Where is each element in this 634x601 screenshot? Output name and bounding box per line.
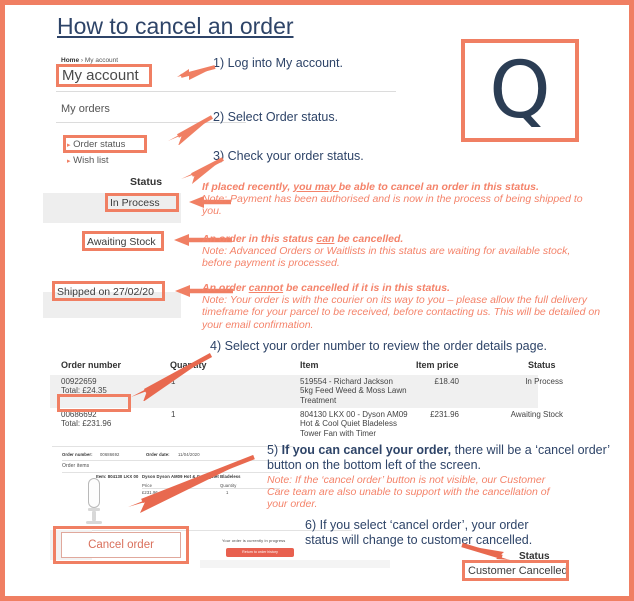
breadcrumb: Home › My account [61,57,118,64]
col-header-status: Status [528,360,556,370]
highlight-cancel-order [53,526,189,564]
highlight-customer-cancelled [462,560,569,581]
step-4: 4) Select your order number to review th… [210,339,547,354]
note-shipped-body: Note: Your order is with the courier on … [202,294,601,331]
step-1-text: Log into My account. [227,56,343,70]
note-in-process-headline: If placed recently, you may be able to c… [202,181,539,193]
note-shipped: An order cannot be cancelled if it is in… [202,282,602,331]
step-3-text: Check your order status. [227,149,364,163]
note-in-process: If placed recently, you may be able to c… [202,181,602,218]
cell-status-1: In Process [525,377,563,386]
cell-item-2: 804130 LKX 00 - Dyson AM09 Hot & Cool Qu… [300,410,408,438]
step-5-line-2: button on the bottom left of the screen. [267,458,482,472]
col-header-item-price: Item price [416,360,459,370]
cell-status-2: Awaiting Stock [510,410,563,419]
table-row[interactable]: 00686692 Total: £231.96 [61,410,111,429]
arrow-to-my-account [177,65,216,80]
cell-total-2: Total: £231.96 [61,419,112,429]
mini-order-items-label: Order items [62,463,90,469]
step-6-number: 6) [305,518,317,532]
highlight-shipped [52,281,165,301]
status-column-header: Status [130,176,163,188]
brand-logo-letter: Q [489,45,551,136]
note-awaiting-stock-body: Note: Advanced Orders or Waitlists in th… [202,245,571,270]
sidebar-item-wish-list-label: Wish list [73,155,109,166]
highlight-in-process [105,193,179,212]
highlight-order-number [57,394,131,412]
mini-order-number-value: 00686692 [100,452,120,457]
page-title: How to cancel an order [57,13,294,39]
step-5-rest-1: there will be a ‘cancel order’ [451,443,610,457]
highlight-order-status [63,135,147,153]
step-5-bold: If you can cancel your order, [281,443,452,457]
breadcrumb-separator: › [80,57,84,64]
cell-order-number-1[interactable]: 00922659 [61,377,107,386]
step-4-number: 4) [210,339,222,353]
guide-page: How to cancel an order Q Home › My accou… [0,0,634,601]
col-header-order-number: Order number [61,360,122,370]
product-thumbnail-stem [92,511,96,521]
return-to-order-history-label: Return to order history [242,549,278,554]
note-awaiting-stock: An order in this status can be cancelled… [202,233,592,270]
breadcrumb-current: My account [84,57,119,64]
arrow-to-cancel-order [128,455,255,513]
highlight-awaiting-stock [82,231,164,251]
step-5-line-1: 5) If you can cancel your order, there w… [267,443,610,458]
note-in-process-body: Note: Payment has been authorised and is… [202,193,583,218]
step-5-number: 5) [267,443,279,457]
mini-progress-text: Your order is currently in progress [222,538,286,543]
step-2: 2) Select Order status. [213,110,338,125]
return-to-order-history-button[interactable]: Return to order history [226,548,294,557]
arrow-to-order-number [131,353,213,401]
step-1: 1) Log into My account. [213,56,343,71]
cell-item-price-1: £18.40 [434,377,459,386]
cell-item-price-2: £231.96 [430,410,459,419]
mini-order-number-label: Order number: [62,452,93,457]
brand-logo-box: Q [461,39,579,142]
step-4-text: Select your order number to review the o… [224,339,548,353]
mini-bottom-shade [200,560,390,568]
step-6-text-1: If you select ‘cancel order’, your order [319,518,529,532]
note-awaiting-stock-headline: An order in this status can be cancelled… [202,233,404,245]
product-thumbnail-foot [86,521,102,524]
step-2-number: 2) [213,110,225,124]
cell-item-1: 519554 - Richard Jackson 5kg Feed Weed &… [300,377,407,405]
caret-right-icon-2: ▸ [67,158,71,165]
divider-1 [56,91,396,92]
note-shipped-headline: An order cannot be cancelled if it is in… [202,282,450,294]
note-cancel-order-missing: Note: If the ‘cancel order’ button is no… [267,474,550,511]
step-6-line-1: 6) If you select ‘cancel order’, your or… [305,518,529,533]
cell-quantity-2: 1 [171,410,176,419]
col-header-item: Item [300,360,319,370]
arrow-to-customer-cancelled [461,543,510,560]
table-row[interactable]: 00922659 Total: £24.35 [61,377,107,396]
step-2-text: Select Order status. [227,110,339,124]
highlight-my-account [56,64,152,87]
arrow-to-order-status [168,115,213,145]
product-thumbnail [88,478,100,508]
mini-divider-top [52,446,294,447]
sidebar-item-wish-list[interactable]: ▸ Wish list [67,155,109,166]
breadcrumb-home[interactable]: Home [61,57,79,64]
my-orders-heading: My orders [61,103,110,115]
step-3: 3) Check your order status. [213,149,364,164]
